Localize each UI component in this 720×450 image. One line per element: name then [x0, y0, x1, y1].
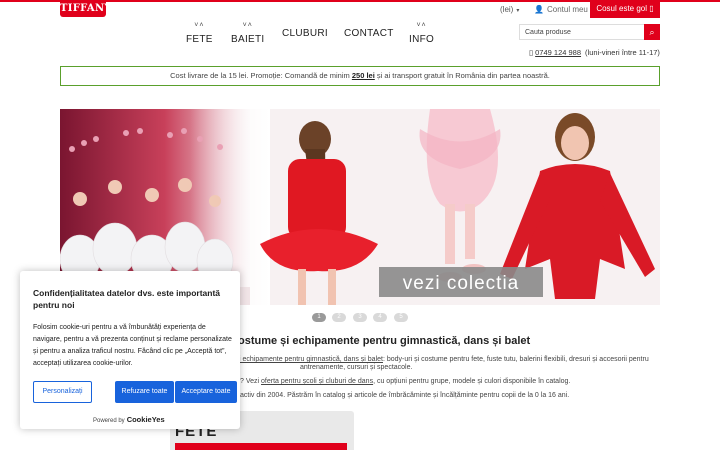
intro-paragraph-line2: antrenamente, cursuri și spectacole.	[300, 364, 413, 371]
chevron-toggle-icon: ˅˄	[416, 22, 427, 29]
clubs-text-end: , cu opțiuni pentru grupe, modele și cul…	[373, 378, 571, 385]
phone-contact: ▯ 0749 124 988 (luni-vineri între 11-17)	[529, 48, 660, 57]
intro-text: : body-uri și costume pentru fete, fuste…	[382, 356, 649, 363]
nav-item-baieti[interactable]: ˅˄ BAIETI	[231, 22, 264, 45]
category-accent-bar	[175, 443, 347, 450]
promo-text-start: Cost livrare de la 15 lei. Promoție: Com…	[170, 71, 352, 80]
phone-hours: (luni-vineri între 11-17)	[585, 48, 660, 57]
nav-item-info[interactable]: ˅˄ INFO	[409, 22, 434, 45]
slider-dot-3[interactable]: 3	[353, 313, 367, 322]
nav-label: CLUBURI	[282, 28, 328, 39]
phone-icon: ▯	[529, 48, 534, 57]
slider-dot-2[interactable]: 2	[332, 313, 346, 322]
cookie-consent-dialog: Confidențialitatea datelor dvs. este imp…	[20, 271, 240, 429]
nav-label: CONTACT	[344, 28, 394, 39]
search-button[interactable]: ⌕	[644, 24, 660, 40]
slide-cta-text[interactable]: vezi colectia	[403, 273, 520, 294]
nav-label: BAIETI	[231, 34, 265, 45]
reject-all-button[interactable]: Refuzare toate	[115, 381, 174, 403]
page-heading: ostume și echipamente pentru gimnastică,…	[238, 335, 531, 347]
promo-text-end: și ai transport gratuit în România din p…	[374, 71, 550, 80]
nav-label: INFO	[409, 34, 435, 45]
nav-item-cluburi[interactable]: CLUBURI	[282, 22, 328, 39]
phone-number-link[interactable]: 0749 124 988	[535, 48, 581, 57]
account-menu[interactable]: 👤Contul meu ▾	[534, 5, 595, 14]
powered-by-label: Powered by	[93, 418, 125, 424]
clubs-offer-link[interactable]: oferta pentru școli și cluburi de dans	[261, 378, 373, 385]
chevron-toggle-icon: ˅˄	[242, 22, 253, 29]
slider-dot-4[interactable]: 4	[373, 313, 387, 322]
promo-amount: 250 lei	[351, 71, 375, 80]
chevron-down-icon: ▾	[516, 8, 520, 14]
promo-banner: Cost livrare de la 15 lei. Promoție: Com…	[60, 66, 660, 86]
intro-link[interactable]: i echipamente pentru gimnastică, dans și…	[239, 356, 383, 363]
cart-label: Cosul este gol	[596, 4, 648, 13]
clubs-text-start: ? Vezi	[240, 378, 262, 385]
slider-dot-1[interactable]: 1	[312, 313, 326, 322]
cart-icon: ▯	[649, 4, 654, 13]
slider-dot-5[interactable]: 5	[394, 313, 408, 322]
cookie-title: Confidențialitatea datelor dvs. este imp…	[33, 288, 221, 310]
customize-button[interactable]: Personalizați	[33, 381, 92, 403]
user-icon: 👤	[534, 5, 544, 14]
accept-all-button[interactable]: Acceptare toate	[175, 381, 237, 403]
site-logo[interactable]: TIFFANY	[60, 0, 112, 17]
nav-item-fete[interactable]: ˅˄ FETE	[186, 22, 213, 45]
account-label: Contul meu	[546, 5, 588, 14]
search-icon: ⌕	[649, 27, 655, 37]
clubs-paragraph: ? Vezi oferta pentru școli și cluburi de…	[240, 377, 570, 386]
cart-button[interactable]: Cosul este gol ▯	[590, 0, 660, 18]
search-input[interactable]	[519, 24, 644, 40]
chevron-toggle-icon: ˅˄	[194, 22, 205, 29]
nav-item-contact[interactable]: CONTACT	[344, 22, 394, 39]
powered-by: Powered by CookieYes	[93, 415, 165, 424]
currency-label: (lei)	[500, 5, 514, 14]
about-paragraph: activ din 2004. Păstrăm în catalog și ar…	[240, 392, 570, 399]
cookieyes-logo[interactable]: CookieYes	[127, 415, 165, 424]
currency-selector[interactable]: (lei) ▾	[500, 5, 519, 14]
cookie-body: Folosim cookie-uri pentru a vă îmbunătăț…	[33, 324, 232, 367]
nav-label: FETE	[186, 34, 213, 45]
